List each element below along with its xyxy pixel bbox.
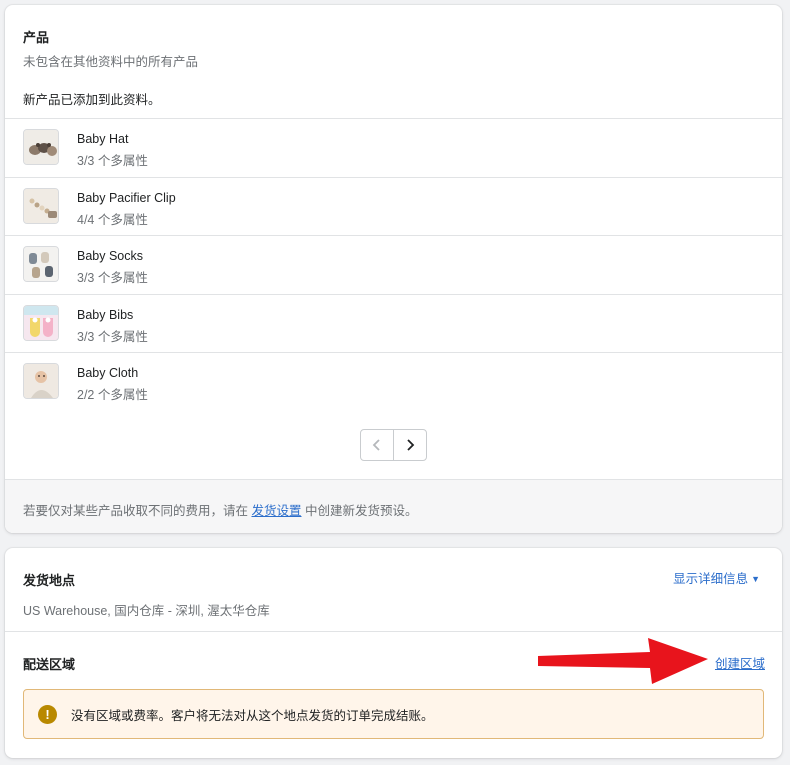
shipping-origin-locations: US Warehouse, 国内仓库 - 深圳, 渥太华仓库 <box>23 604 270 618</box>
product-name: Baby Pacifier Clip <box>77 190 176 205</box>
no-zones-warning-banner: ! 没有区域或费率。客户将无法对从这个地点发货的订单完成结账。 <box>23 689 764 739</box>
product-name: Baby Hat <box>77 132 129 146</box>
footer-text-after: 中创建新发货预设。 <box>301 504 418 518</box>
pagination <box>360 429 427 461</box>
product-variants: 3/3 个多属性 <box>77 154 148 168</box>
product-row[interactable]: Baby Cloth 2/2 个多属性 <box>5 352 782 411</box>
product-variants: 3/3 个多属性 <box>77 329 148 344</box>
pacifier-clip-thumbnail <box>23 187 59 224</box>
red-annotation-arrow-icon <box>538 638 708 684</box>
product-variants: 2/2 个多属性 <box>77 388 148 402</box>
show-details-label: 显示详细信息 <box>673 572 749 586</box>
product-row[interactable]: Baby Pacifier Clip 4/4 个多属性 <box>5 176 782 236</box>
shipping-zones-title: 配送区域 <box>23 657 76 672</box>
baby-bibs-thumbnail <box>23 304 59 341</box>
product-name: Baby Cloth <box>77 366 139 380</box>
baby-cloth-thumbnail <box>23 363 59 399</box>
product-row[interactable]: Baby Socks 3/3 个多属性 <box>5 235 782 294</box>
chevron-left-icon <box>372 439 380 451</box>
show-details-button[interactable]: 显示详细信息 ▼ <box>673 568 760 587</box>
product-list: Baby Hat 3/3 个多属性 Baby Pacifier Clip 4/4… <box>5 118 782 411</box>
chevron-right-icon <box>407 439 415 451</box>
warning-text: 没有区域或费率。客户将无法对从这个地点发货的订单完成结账。 <box>71 708 434 723</box>
product-row[interactable]: Baby Bibs 3/3 个多属性 <box>5 293 782 353</box>
shipping-settings-link[interactable]: 发货设置 <box>251 504 301 518</box>
create-zone-link[interactable]: 创建区域 <box>715 653 765 672</box>
footer-text-before: 若要仅对某些产品收取不同的费用，请在 <box>23 504 252 518</box>
products-note: 新产品已添加到此资料。 <box>23 93 161 107</box>
shipping-origin: 发货地点 US Warehouse, 国内仓库 - 深圳, 渥太华仓库 <box>23 570 270 619</box>
next-page-button[interactable] <box>394 430 426 460</box>
products-footer: 若要仅对某些产品收取不同的费用，请在 发货设置 中创建新发货预设。 <box>5 479 782 533</box>
products-header: 产品 未包含在其他资料中的所有产品 新产品已添加到此资料。 <box>23 27 198 108</box>
baby-socks-thumbnail <box>23 246 59 282</box>
shipping-origin-title: 发货地点 <box>23 573 76 588</box>
baby-hat-thumbnail <box>23 129 59 165</box>
products-subtitle: 未包含在其他资料中的所有产品 <box>23 55 199 69</box>
product-variants: 3/3 个多属性 <box>77 271 148 285</box>
products-title: 产品 <box>23 30 50 45</box>
product-row[interactable]: Baby Hat 3/3 个多属性 <box>5 118 782 177</box>
previous-page-button[interactable] <box>361 430 394 460</box>
product-name: Baby Bibs <box>77 307 134 322</box>
product-name: Baby Socks <box>77 249 144 263</box>
caret-down-icon: ▼ <box>751 574 760 584</box>
product-variants: 4/4 个多属性 <box>77 212 148 227</box>
products-card: 产品 未包含在其他资料中的所有产品 新产品已添加到此资料。 Baby Hat 3… <box>5 5 782 533</box>
warning-icon: ! <box>38 704 57 724</box>
